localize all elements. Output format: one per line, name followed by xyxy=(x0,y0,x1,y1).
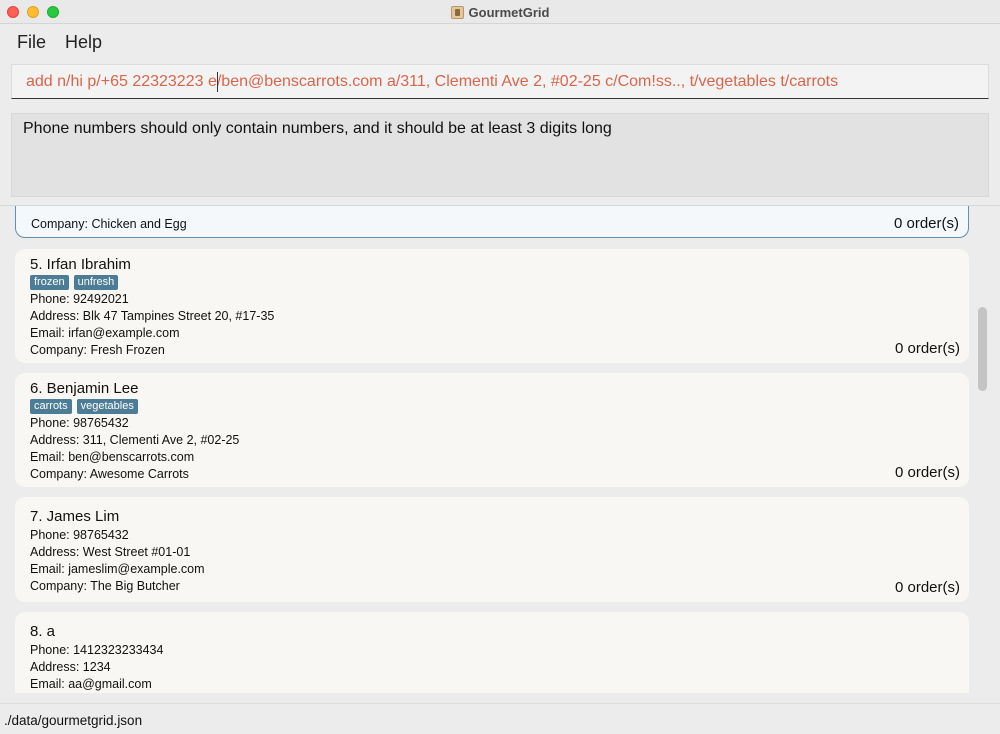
text-caret xyxy=(217,72,218,92)
contact-email: Email: irfan@example.com xyxy=(30,326,180,340)
contact-company: Company: The Big Butcher xyxy=(30,579,180,593)
contact-list[interactable]: Company: Chicken and Egg 0 order(s) 5. I… xyxy=(0,206,1000,693)
contact-email: Email: aa@gmail.com xyxy=(30,677,152,691)
title-bar: GourmetGrid xyxy=(0,0,1000,24)
contact-card-8[interactable]: 8. a Phone: 1412323233434 Address: 1234 … xyxy=(15,612,969,693)
contact-phone: Phone: 1412323233434 xyxy=(30,643,164,657)
contact-address: Address: Blk 47 Tampines Street 20, #17-… xyxy=(30,309,275,323)
list-scrollbar[interactable] xyxy=(978,307,987,391)
contact-address: Address: 311, Clementi Ave 2, #02-25 xyxy=(30,433,240,447)
window-title: GourmetGrid xyxy=(468,4,550,20)
contact-name: 7. James Lim xyxy=(30,508,120,525)
contact-company: Company: Chicken and Egg xyxy=(31,217,187,231)
tag: frozen xyxy=(30,275,69,290)
contact-address: Address: 1234 xyxy=(30,660,111,674)
contact-address: Address: West Street #01-01 xyxy=(30,545,191,559)
contact-name: 5. Irfan Ibrahim xyxy=(30,256,131,273)
app-icon xyxy=(450,5,464,19)
contact-company: Company: Awesome Carrots xyxy=(30,467,189,481)
command-input[interactable]: add n/hi p/+65 22323223 e/ben@benscarrot… xyxy=(11,64,989,99)
menu-file[interactable]: File xyxy=(17,32,46,53)
contact-card-7[interactable]: 7. James Lim Phone: 98765432 Address: We… xyxy=(15,497,969,602)
contact-phone: Phone: 98765432 xyxy=(30,416,129,430)
menu-bar: File Help xyxy=(0,25,1000,59)
data-file-path: ./data/gourmetgrid.json xyxy=(4,713,143,728)
contact-name: 8. a xyxy=(30,623,56,640)
contact-orders: 0 order(s) xyxy=(894,464,960,481)
tag-list: frozen unfresh xyxy=(30,275,119,290)
tag-list: carrots vegetables xyxy=(30,399,138,414)
contact-email: Email: jameslim@example.com xyxy=(30,562,205,576)
contact-card-4[interactable]: Company: Chicken and Egg 0 order(s) xyxy=(15,206,969,238)
result-display: Phone numbers should only contain number… xyxy=(11,113,989,197)
tag: unfresh xyxy=(73,275,119,290)
tag: carrots xyxy=(30,399,72,414)
contact-name: 6. Benjamin Lee xyxy=(30,380,139,397)
contact-email: Email: ben@benscarrots.com xyxy=(30,450,195,464)
contact-orders: 0 order(s) xyxy=(894,579,960,596)
contact-card-6[interactable]: 6. Benjamin Lee carrots vegetables Phone… xyxy=(15,373,969,487)
contact-phone: Phone: 98765432 xyxy=(30,528,129,542)
contact-company: Company: Fresh Frozen xyxy=(30,343,165,357)
contact-card-5[interactable]: 5. Irfan Ibrahim frozen unfresh Phone: 9… xyxy=(15,249,969,363)
command-input-text: add n/hi p/+65 22323223 e/ben@benscarrot… xyxy=(26,73,839,90)
menu-help[interactable]: Help xyxy=(65,32,102,53)
contact-phone: Phone: 92492021 xyxy=(30,292,129,306)
contact-orders: 0 order(s) xyxy=(894,340,960,357)
contact-orders: 0 order(s) xyxy=(893,215,959,232)
result-message: Phone numbers should only contain number… xyxy=(23,120,612,137)
status-bar: ./data/gourmetgrid.json xyxy=(0,703,1000,734)
tag: vegetables xyxy=(76,399,138,414)
